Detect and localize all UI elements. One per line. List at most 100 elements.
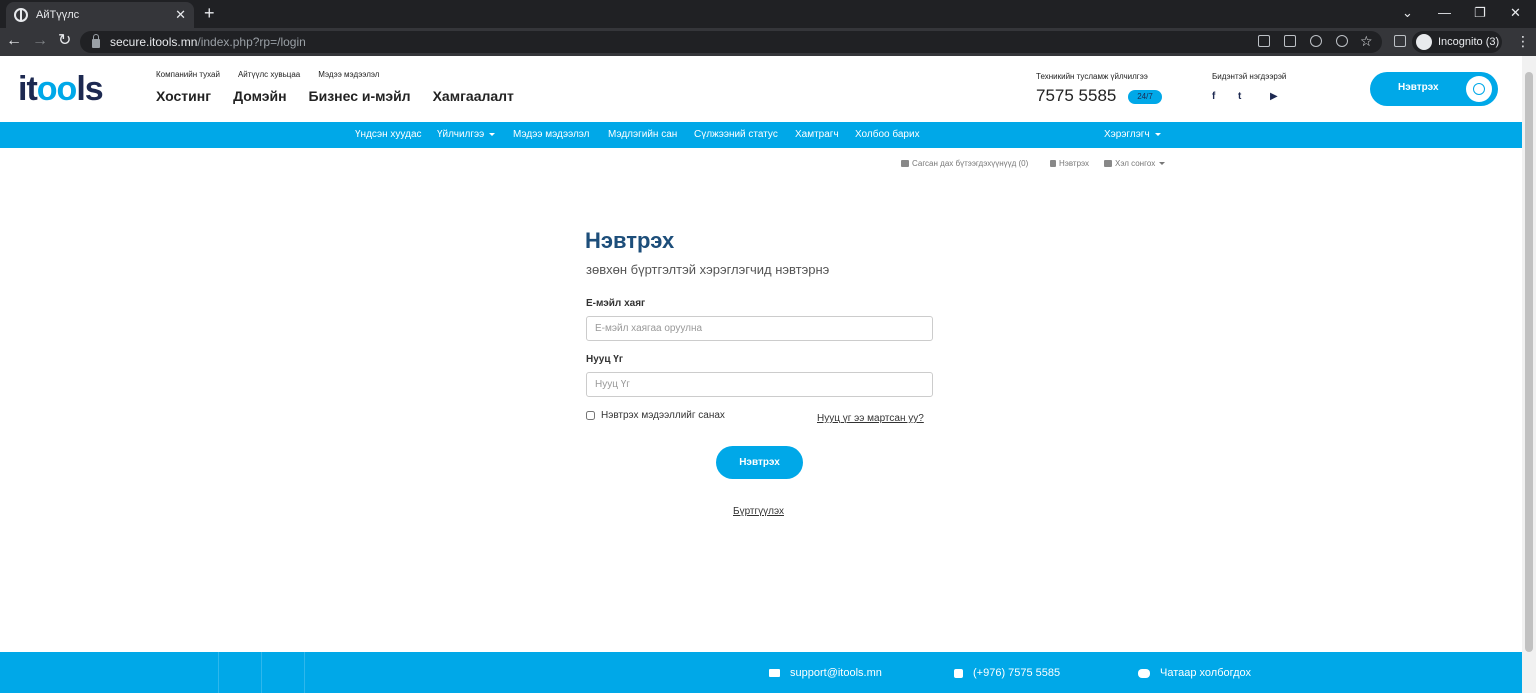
zoom-icon[interactable] [1310,35,1322,47]
password-field[interactable] [586,372,933,397]
page-title: Нэвтрэх [585,228,675,253]
language-icon [1104,160,1112,167]
user-icon [1466,76,1492,102]
nav-partner[interactable]: Хамтрагч [795,129,839,140]
main-links: Хостинг Домэйн Бизнес и-мэйл Хамгаалалт [156,88,514,104]
support-phone[interactable]: 7575 5585 [1036,86,1116,106]
lock-icon [92,33,100,48]
register-link[interactable]: Бүртгүүлэх [733,506,784,517]
browser-tab-bar: АйТүүлс ✕ + ⌄ — ❐ ✕ [0,0,1536,28]
facebook-icon[interactable]: f [1212,91,1215,102]
page-scrollbar[interactable] [1522,56,1536,693]
subnav-login-label: Нэвтрэх [1059,159,1090,168]
back-icon[interactable]: ← [6,33,22,49]
nav-news[interactable]: Мэдээ мэдээлэл [513,129,590,140]
footer-chat-label: Чатаар холбогдох [1160,667,1252,679]
link-company-about[interactable]: Компанийн тухай [156,70,220,79]
page-subtitle: зөвхөн бүртгэлтэй хэрэглэгчид нэвтэрнэ [586,262,830,277]
forward-icon[interactable]: → [32,33,48,49]
remember-label: Нэвтрэх мэдээллийг санах [601,410,725,421]
window-close-icon[interactable]: ✕ [1510,5,1521,21]
logo-text-suffix: ls [76,70,103,108]
forgot-password-link[interactable]: Нууц үг ээ мартсан уу? [817,413,924,424]
menu-dots-icon[interactable]: ⋮ [1516,33,1530,49]
link-hosting[interactable]: Хостинг [156,88,211,104]
email-label: Е-мэйл хаяг [586,298,646,309]
nav-knowledgebase[interactable]: Мэдлэгийн сан [608,129,677,140]
restore-icon[interactable]: ❐ [1474,5,1486,21]
header-login-label: Нэвтрэх [1398,82,1439,93]
address-bar: ← → ↻ secure.itools.mn /index.php?rp=/lo… [0,28,1536,56]
qr-code-icon[interactable] [1258,35,1270,47]
login-submit-button[interactable]: Нэвтрэх [716,446,803,479]
url-field[interactable]: secure.itools.mn /index.php?rp=/login [80,31,1382,53]
password-label: Нууц Үг [586,354,623,365]
site-footer: support@itools.mn (+976) 7575 5585 Чатаа… [0,652,1522,693]
site-header: itools Компанийн тухай Айтүүлс хувьцаа М… [0,56,1522,122]
support-label: Техникийн тусламж үйлчилгээ [1036,72,1148,81]
incognito-profile-button[interactable]: Incognito (3) [1412,31,1502,53]
nav-contact[interactable]: Холбоо барих [855,129,920,140]
globe-icon [14,8,28,22]
side-panel-icon[interactable] [1394,35,1406,47]
close-tab-icon[interactable]: ✕ [175,7,186,23]
chevron-down-icon [489,132,496,136]
link-domain[interactable]: Домэйн [233,88,286,104]
url-path: /index.php?rp=/login [197,35,306,49]
language-label: Хэл сонгох [1115,159,1156,168]
browser-tab[interactable]: АйТүүлс ✕ [6,2,194,28]
star-icon[interactable]: ☆ [1360,33,1373,49]
scrollbar-thumb[interactable] [1525,72,1533,652]
link-business-email[interactable]: Бизнес и-мэйл [309,88,411,104]
remember-me[interactable]: Нэвтрэх мэдээллийг санах [586,410,725,421]
chat-icon [1138,668,1150,678]
envelope-icon [769,669,780,677]
incognito-icon [1416,34,1432,50]
footer-email[interactable]: support@itools.mn [769,667,882,679]
header-login-button[interactable]: Нэвтрэх [1370,72,1498,106]
minimize-icon[interactable]: — [1438,5,1451,20]
link-news[interactable]: Мэдээ мэдээлэл [318,70,379,79]
link-security[interactable]: Хамгаалалт [433,88,514,104]
email-field[interactable] [586,316,933,341]
nav-network-status[interactable]: Сүлжээний статус [694,129,778,140]
cart-label: Сагсан дах бүтээгдэхүүнүүд (0) [912,159,1029,168]
cart-link[interactable]: Сагсан дах бүтээгдэхүүнүүд (0) [901,159,1028,168]
incognito-label: Incognito (3) [1438,36,1500,48]
twitter-icon[interactable]: t [1238,91,1241,102]
footer-chat[interactable]: Чатаар холбогдох [1138,667,1251,679]
chevron-down-icon [1154,132,1161,136]
youtube-icon[interactable]: ▶ [1270,91,1278,102]
nav-user-label: Хэрэглэгч [1104,129,1150,140]
nav-home[interactable]: Үндсэн хуудас [355,129,422,140]
tab-title: АйТүүлс [36,9,80,21]
nav-user-menu[interactable]: Хэрэглэгч [1104,129,1161,140]
tab-search-icon[interactable]: ⌄ [1402,5,1413,21]
social-label: Бидэнтэй нэгдээрэй [1212,72,1287,81]
footer-divider [218,652,219,693]
link-shares[interactable]: Айтүүлс хувьцаа [238,70,300,79]
support-badge: 24/7 [1128,90,1162,104]
nav-services-label: Үйлчилгээ [437,129,485,140]
reload-icon[interactable]: ↻ [58,33,71,49]
url-host: secure.itools.mn [110,35,198,49]
cart-icon [901,160,909,167]
remember-checkbox[interactable] [586,411,595,420]
translate-icon[interactable] [1284,35,1296,47]
eye-off-icon[interactable] [1336,35,1348,47]
footer-email-label: support@itools.mn [790,667,882,679]
new-tab-button[interactable]: + [204,4,215,22]
top-links: Компанийн тухай Айтүүлс хувьцаа Мэдээ мэ… [156,70,379,79]
main-nav: Үндсэн хуудас Үйлчилгээ Мэдээ мэдээлэл М… [0,122,1522,148]
itools-logo[interactable]: itools [18,70,104,109]
chevron-down-icon [1159,162,1166,165]
logo-text-prefix: it [18,70,38,108]
footer-divider [261,652,262,693]
footer-phone[interactable]: (+976) 7575 5585 [954,667,1060,679]
phone-icon [954,668,963,678]
footer-phone-label: (+976) 7575 5585 [973,667,1061,679]
person-icon [1050,160,1056,167]
language-selector[interactable]: Хэл сонгох [1104,159,1166,168]
subnav-login-link[interactable]: Нэвтрэх [1050,159,1089,168]
nav-services[interactable]: Үйлчилгээ [437,129,496,140]
